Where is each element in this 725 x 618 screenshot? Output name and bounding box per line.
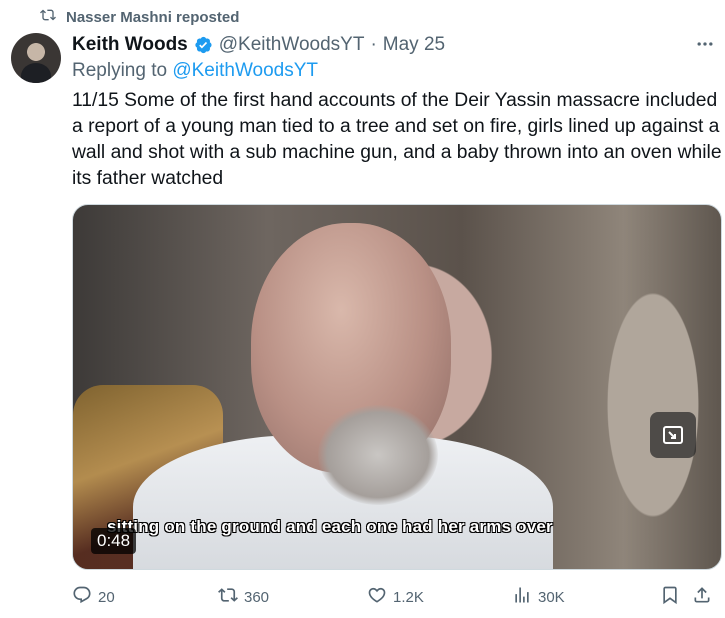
views-count: 30K bbox=[538, 588, 565, 606]
views-chart-icon bbox=[512, 585, 532, 609]
author-handle[interactable]: @KeithWoodsYT bbox=[219, 34, 365, 56]
replying-prefix: Replying to bbox=[72, 60, 168, 81]
repost-icon bbox=[40, 7, 56, 27]
verified-badge-icon[interactable] bbox=[193, 35, 213, 55]
tweet-header: Keith Woods @KeithWoodsYT · May 25 bbox=[72, 32, 711, 58]
replying-to: Replying to @KeithWoodsYT bbox=[72, 60, 318, 82]
repost-action-icon bbox=[218, 585, 238, 609]
picture-in-picture-icon[interactable] bbox=[650, 412, 696, 458]
avatar[interactable] bbox=[11, 33, 61, 83]
share-icon bbox=[692, 585, 712, 609]
repost-label: Nasser Mashni reposted bbox=[66, 8, 240, 26]
bookmark-icon bbox=[660, 585, 680, 609]
video-subtitle: sitting on the ground and each one had h… bbox=[107, 517, 553, 536]
views-button[interactable]: 30K bbox=[512, 582, 565, 612]
tweet-text: 11/15 Some of the first hand accounts of… bbox=[72, 90, 722, 189]
tweet-actions: 20 360 1.2K 30K bbox=[72, 582, 720, 612]
repost-count: 360 bbox=[244, 588, 270, 606]
reply-button[interactable]: 20 bbox=[72, 582, 115, 612]
heart-icon bbox=[367, 585, 387, 609]
tweet-date[interactable]: May 25 bbox=[383, 34, 445, 56]
separator-dot: · bbox=[370, 34, 377, 55]
bookmark-button[interactable] bbox=[660, 582, 680, 612]
reply-icon bbox=[72, 585, 92, 609]
video-player[interactable]: sitting on the ground and each one had h… bbox=[72, 204, 722, 570]
share-button[interactable] bbox=[692, 582, 712, 612]
author-name[interactable]: Keith Woods bbox=[72, 34, 188, 56]
like-button[interactable]: 1.2K bbox=[367, 582, 424, 612]
video-timestamp: 0:48 bbox=[91, 528, 137, 554]
more-options-icon[interactable] bbox=[693, 34, 717, 54]
repost-indicator[interactable]: Nasser Mashni reposted bbox=[40, 6, 239, 28]
reply-count: 20 bbox=[98, 588, 115, 606]
video-subject-beard bbox=[318, 405, 438, 505]
like-count: 1.2K bbox=[393, 588, 424, 606]
replying-mention-link[interactable]: @KeithWoodsYT bbox=[172, 60, 318, 81]
repost-button[interactable]: 360 bbox=[218, 582, 269, 612]
